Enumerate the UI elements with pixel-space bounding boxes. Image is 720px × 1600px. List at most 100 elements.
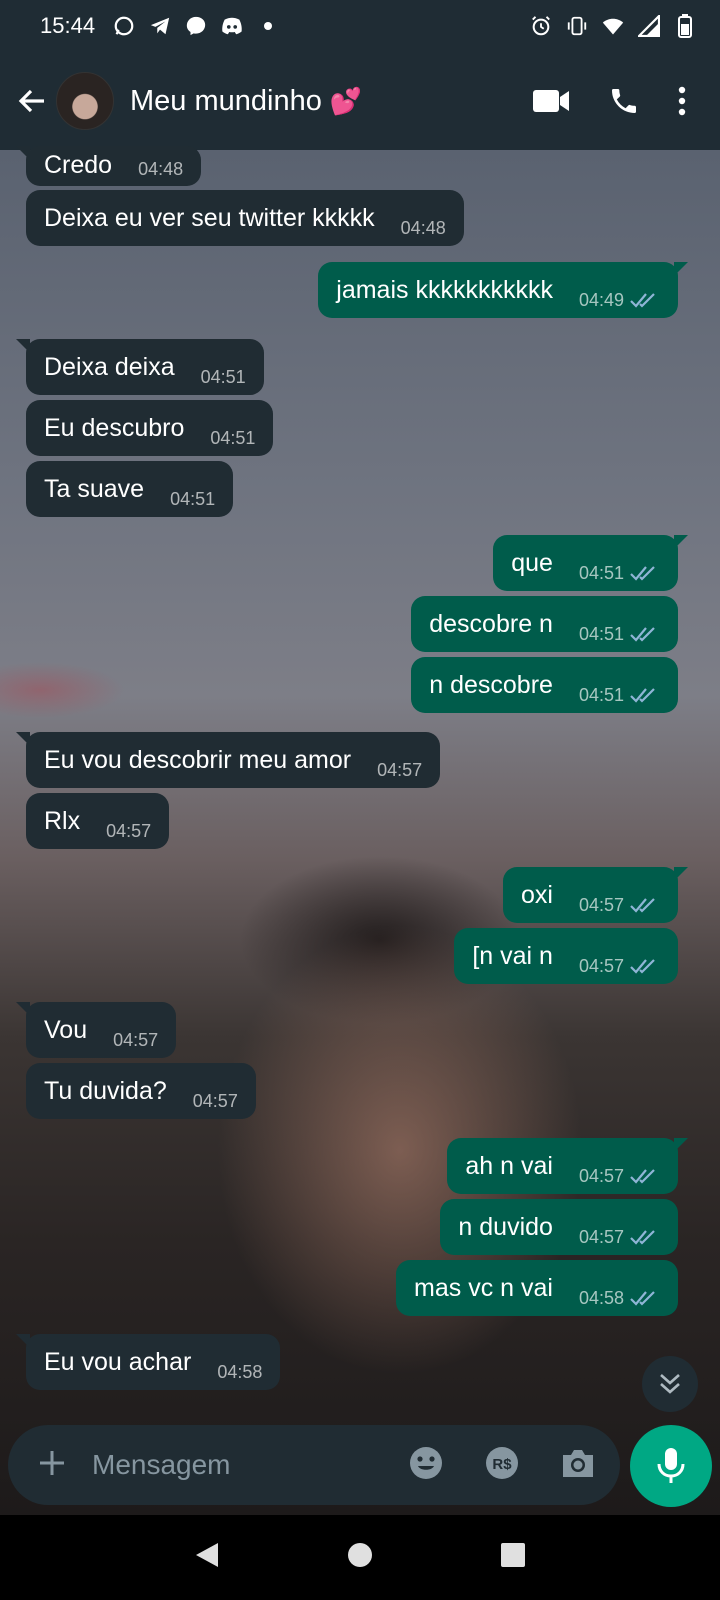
message-text: [n vai n (472, 941, 553, 970)
message-time: 04:57 (106, 820, 152, 841)
incoming-message[interactable]: Tu duvida? 04:57 (26, 1063, 256, 1119)
outgoing-message[interactable]: n descobre 04:51 (411, 657, 678, 713)
double-chevron-down-icon (660, 1374, 680, 1394)
voice-message-button[interactable] (630, 1425, 712, 1507)
nav-recents-button[interactable] (500, 1542, 526, 1573)
message-time: 04:57 (377, 759, 423, 780)
incoming-message[interactable]: Eu descubro 04:51 (26, 400, 274, 456)
message-time: 04:51 (578, 623, 624, 644)
chat-header: Meu mundinho 💕 (0, 52, 720, 150)
read-receipt-ticks-icon (630, 1289, 660, 1307)
read-receipt-ticks-icon (630, 686, 660, 704)
message-time: 04:51 (200, 366, 246, 387)
message-time: 04:57 (578, 955, 624, 976)
two-hearts-emoji: 💕 (329, 85, 363, 116)
outgoing-message[interactable]: n duvido 04:57 (440, 1199, 678, 1255)
message-text: Rlx (44, 806, 81, 835)
messenger-notification-icon (185, 15, 207, 37)
more-options-button[interactable] (678, 86, 686, 116)
read-receipt-ticks-icon (630, 291, 660, 309)
video-call-button[interactable] (532, 88, 570, 114)
message-time: 04:58 (578, 1287, 624, 1308)
message-text: Deixa eu ver seu twitter kkkkk (44, 203, 375, 232)
message-text: Ta suave (44, 474, 145, 503)
wifi-icon (602, 15, 624, 37)
bubble-tail (16, 339, 30, 353)
incoming-message[interactable]: Eu vou achar 04:58 (16, 1334, 281, 1390)
incoming-message[interactable]: Ta suave 04:51 (26, 461, 234, 517)
vibrate-icon (566, 15, 588, 37)
scroll-to-bottom-button[interactable] (642, 1356, 698, 1412)
incoming-message[interactable]: Deixa eu ver seu twitter kkkkk 04:48 (26, 190, 464, 246)
status-bar: 15:44 (0, 0, 720, 52)
incoming-message[interactable]: Credo 04:48 (16, 146, 202, 186)
phone-icon (612, 89, 636, 113)
message-text: n descobre (429, 670, 553, 699)
more-notifications-dot-icon (257, 15, 279, 37)
incoming-message[interactable]: Rlx 04:57 (26, 793, 170, 849)
message-time: 04:51 (170, 488, 216, 509)
message-text: Tu duvida? (44, 1076, 167, 1105)
message-time: 04:51 (578, 684, 624, 705)
bubble-tail (16, 1334, 30, 1348)
back-button[interactable] (8, 77, 56, 125)
bubble-tail (16, 146, 30, 160)
message-time: 04:58 (217, 1361, 263, 1382)
status-time: 15:44 (40, 13, 96, 38)
message-composer: R$ (8, 1425, 620, 1505)
outgoing-message[interactable]: mas vc n vai 04:58 (396, 1260, 678, 1316)
outgoing-message[interactable]: que 04:51 (493, 535, 688, 591)
alarm-icon (530, 15, 552, 37)
cellular-signal-icon (638, 15, 660, 37)
microphone-icon (657, 1448, 685, 1483)
emoji-icon[interactable] (408, 1445, 444, 1486)
circle-home-icon (347, 1543, 372, 1567)
message-time: 04:57 (578, 1165, 624, 1186)
camera-icon[interactable] (560, 1447, 596, 1484)
message-input[interactable] (92, 1449, 382, 1481)
triangle-back-icon (195, 1543, 218, 1567)
message-time: 04:57 (192, 1090, 238, 1111)
payment-icon[interactable]: R$ (484, 1445, 520, 1486)
whatsapp-notification-icon (113, 15, 135, 37)
system-navigation-bar (0, 1515, 720, 1600)
message-text: Eu descubro (44, 413, 185, 442)
message-text: n duvido (458, 1212, 553, 1241)
contact-name[interactable]: Meu mundinho (130, 85, 322, 118)
read-receipt-ticks-icon (630, 1167, 660, 1185)
message-time: 04:57 (578, 1226, 624, 1247)
message-time: 04:51 (210, 427, 256, 448)
message-text: que (511, 548, 553, 577)
voice-call-button[interactable] (608, 85, 640, 117)
message-text: mas vc n vai (414, 1273, 553, 1302)
arrow-left-icon (18, 89, 44, 113)
bubble-tail (674, 1138, 688, 1152)
outgoing-message[interactable]: descobre n 04:51 (411, 596, 678, 652)
outgoing-message[interactable]: jamais kkkkkkkkkkk 04:49 (318, 262, 688, 318)
read-receipt-ticks-icon (630, 1228, 660, 1246)
message-time: 04:57 (578, 894, 624, 915)
read-receipt-ticks-icon (630, 896, 660, 914)
outgoing-message[interactable]: oxi 04:57 (502, 867, 688, 923)
outgoing-message[interactable]: [n vai n 04:57 (454, 928, 678, 984)
message-text: jamais kkkkkkkkkkk (336, 275, 553, 304)
nav-back-button[interactable] (194, 1541, 220, 1574)
attach-plus-icon[interactable] (36, 1444, 68, 1486)
outgoing-message[interactable]: ah n vai 04:57 (447, 1138, 688, 1194)
battery-icon (674, 14, 696, 38)
kebab-menu-icon (678, 86, 686, 116)
read-receipt-ticks-icon (630, 564, 660, 582)
bubble-tail (674, 262, 688, 276)
incoming-message[interactable]: Deixa deixa 04:51 (16, 339, 264, 395)
message-text: ah n vai (465, 1151, 553, 1180)
message-time: 04:57 (113, 1029, 159, 1050)
incoming-message[interactable]: Eu vou descobrir meu amor 04:57 (16, 732, 441, 788)
incoming-message[interactable]: Vou 04:57 (16, 1002, 177, 1058)
message-text: Credo (44, 151, 113, 179)
bubble-tail (674, 867, 688, 881)
bubble-tail (16, 1002, 30, 1016)
contact-avatar[interactable] (56, 72, 114, 130)
nav-home-button[interactable] (347, 1542, 373, 1573)
message-text: Vou (44, 1015, 88, 1044)
square-recents-icon (501, 1543, 526, 1567)
